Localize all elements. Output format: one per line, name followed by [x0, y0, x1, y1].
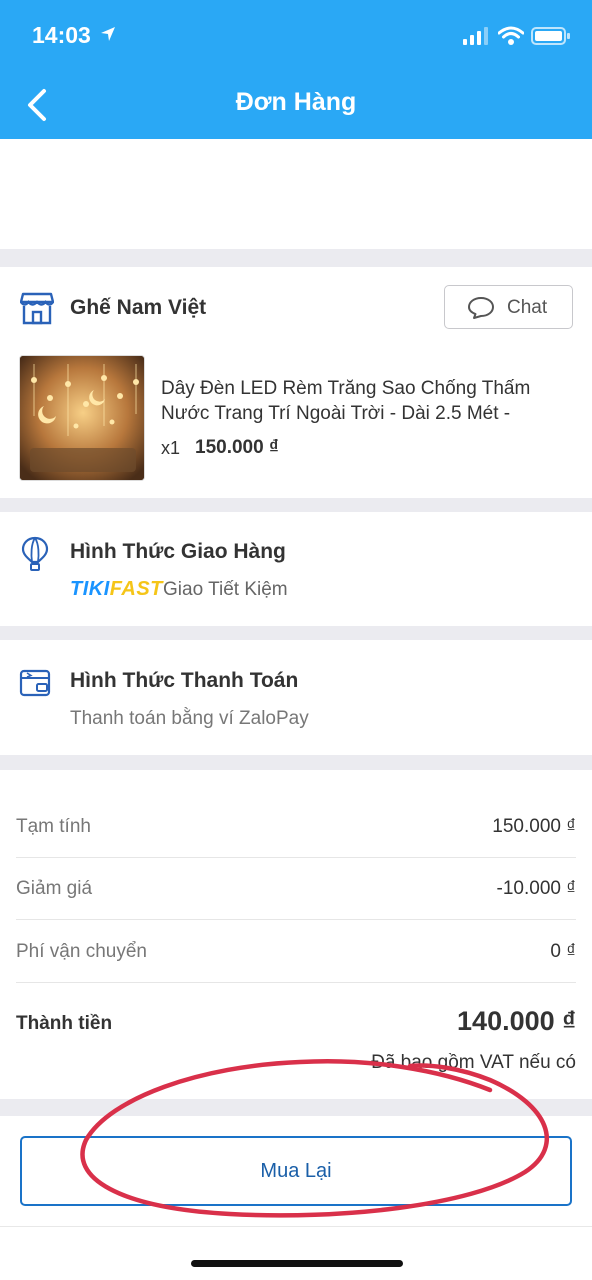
hand-drawn-circle-annotation: [80, 1058, 550, 1218]
home-indicator: [191, 1260, 403, 1267]
summary-value: 0 ₫: [550, 941, 576, 962]
product-name-line: Nước Trang Trí Ngoài Trời - Dài 2.5 Mét …: [161, 403, 511, 424]
product-quantity: x1: [161, 438, 181, 458]
wifi-icon: [497, 26, 525, 51]
section-divider: [0, 626, 592, 640]
battery-icon: [531, 27, 571, 50]
summary-row-shipping-fee: Phí vận chuyển 0 ₫: [16, 921, 576, 983]
shipping-method: Giao Tiết Kiệm: [163, 579, 288, 600]
hot-air-balloon-icon: [21, 536, 49, 577]
summary-row-subtotal: Tạm tính 150.000 ₫: [16, 796, 576, 858]
page-title: Đơn Hàng: [235, 88, 357, 116]
summary-label: Giảm giá: [16, 878, 93, 899]
summary-row-discount: Giảm giá -10.000 ₫: [16, 858, 576, 920]
total-value: 140.000 ₫: [457, 1006, 576, 1036]
payment-card-icon: [19, 667, 51, 704]
store-icon: [19, 291, 55, 330]
bottom-bar: [0, 1226, 592, 1280]
chat-button[interactable]: Chat: [444, 285, 573, 329]
summary-label: Tạm tính: [16, 816, 91, 837]
status-time: 14:03: [32, 22, 91, 48]
vat-note: Đã bao gồm VAT nếu có: [371, 1052, 576, 1073]
rebuy-button[interactable]: Mua Lại: [20, 1136, 572, 1206]
product-name-line: Dây Đèn LED Rèm Trăng Sao Chống Thấm: [161, 378, 531, 399]
payment-method: Thanh toán bằng ví ZaloPay: [70, 708, 309, 729]
chat-bubble-icon: [467, 296, 495, 325]
payment-section-title: Hình Thức Thanh Toán: [70, 669, 299, 692]
product-image[interactable]: [19, 355, 145, 481]
shipping-section-title: Hình Thức Giao Hàng: [70, 540, 286, 563]
cellular-signal-icon: [463, 27, 489, 50]
summary-value: 150.000 ₫: [492, 816, 576, 837]
section-divider: [0, 755, 592, 770]
product-name[interactable]: Dây Đèn LED Rèm Trăng Sao Chống Thấm Nướ…: [161, 376, 581, 426]
summary-label: Phí vận chuyển: [16, 941, 147, 962]
app-header: 14:03 Đơn Hàng: [0, 0, 592, 139]
location-arrow-icon: [100, 26, 116, 47]
product-price: 150.000 ₫: [195, 437, 279, 458]
section-divider: [0, 1099, 592, 1116]
shop-name[interactable]: Ghế Nam Việt: [70, 296, 206, 320]
section-divider: [0, 249, 592, 267]
tikifast-logo: TIKIFAST: [70, 578, 163, 600]
total-label: Thành tiền: [16, 1013, 113, 1034]
summary-value: -10.000 ₫: [496, 878, 576, 899]
section-divider: [0, 498, 592, 512]
chat-label: Chat: [507, 297, 548, 318]
